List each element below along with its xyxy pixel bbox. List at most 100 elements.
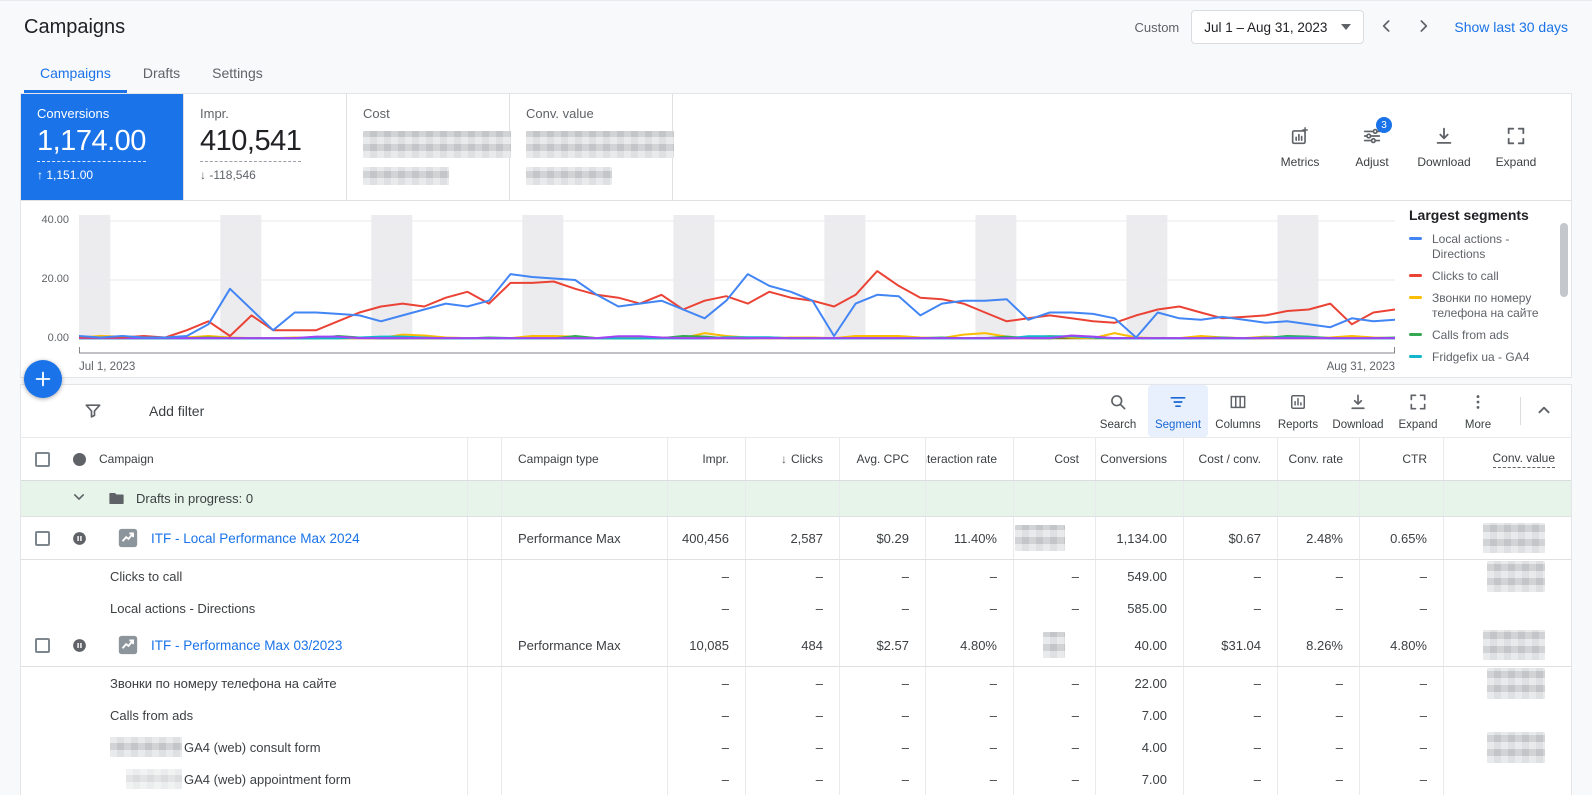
expand-button[interactable]: Expand [1487,125,1545,169]
legend-items: Local actions - Directions Clicks to call… [1409,232,1559,365]
metric-value: – [1071,568,1079,584]
redacted-value [1487,731,1545,763]
tab-settings[interactable]: Settings [196,55,279,93]
column-header-avg-cpc: Avg. CPC [839,438,925,480]
interaction-rate-cell: – [925,699,1013,731]
metric-value: 484 [801,637,823,653]
campaign-type-cell [501,560,667,592]
scorecard-conversions[interactable]: Conversions 1,174.00 ↑ 1,151.00 [21,94,184,200]
download-button[interactable]: Download [1415,125,1473,169]
more-button[interactable]: More [1448,385,1508,437]
metrics-button[interactable]: Metrics [1271,125,1329,169]
x-axis-start-label: Jul 1, 2023 [79,361,136,373]
metric-value: – [1335,771,1343,787]
select-all-checkbox[interactable] [35,451,50,467]
previous-period-button[interactable] [1374,14,1400,40]
date-range-value: Jul 1 – Aug 31, 2023 [1204,19,1328,35]
metric-value: $31.04 [1221,637,1261,653]
metric-value: – [1335,675,1343,691]
metric-value: – [815,568,823,584]
spacer-cell [467,699,501,731]
status-filter-icon[interactable] [72,452,86,466]
scorecards-row: Conversions 1,174.00 ↑ 1,151.00 Impr. 410,54… [21,94,1571,201]
collapse-group-button[interactable] [69,487,89,510]
group-label-cell: Drafts in progress: 0 [99,481,467,516]
conversions-cell: 7.00 [1095,763,1183,795]
segment-name: GA4 (web) appointment form [110,769,351,789]
spacer-cell [467,763,501,795]
column-header-campaign-type: Campaign type [501,438,667,480]
next-period-button[interactable] [1410,14,1436,40]
metric-value: – [1071,771,1079,787]
scorecard-cost[interactable]: Cost [347,94,511,200]
add-campaign-button[interactable] [24,360,62,398]
drafts-group-row[interactable]: Drafts in progress: 0 [21,481,1571,517]
y-axis-tick: 40.00 [41,214,69,226]
segment-button[interactable]: Segment [1148,385,1208,437]
tool-label: Search [1099,418,1137,431]
table-row: Local actions - Directions – – – – – 585.00 – – – [21,592,1571,624]
metric-value: – [721,771,729,787]
segment-name: Calls from ads [110,707,194,723]
expand-button[interactable]: Expand [1388,385,1448,437]
metric-value: – [901,739,909,755]
column-label: Avg. CPC [856,452,909,466]
metric-value: – [721,707,729,723]
campaign-name-link[interactable]: ITF - Performance Max 03/2023 [151,638,342,653]
series-local-actions-directions [79,273,1395,339]
conv-value-cell [1443,731,1571,763]
avg-cpc-cell: – [839,763,925,795]
table-toolbar: Add filter Search Segment Columns Reports Do… [21,385,1571,437]
sort-desc-icon: ↓ [781,452,787,466]
ctr-cell: – [1359,763,1443,795]
columns-button[interactable]: Columns [1208,385,1268,437]
weekend-band [1277,215,1319,339]
row-checkbox[interactable] [35,530,50,546]
show-last-30-days-link[interactable]: Show last 30 days [1454,19,1568,35]
campaign-type-cell [501,731,667,763]
scorecard-conv-value[interactable]: Conv. value [510,94,674,200]
plus-icon [35,371,51,387]
paused-status-icon[interactable] [71,637,88,654]
redacted-value [1487,560,1545,592]
chart-canvas [79,215,1395,354]
row-checkbox[interactable] [35,637,50,653]
collapse-table-button[interactable] [1533,399,1555,424]
search-button[interactable]: Search [1088,385,1148,437]
column-header-impr: Impr. [667,438,745,480]
ctr-cell: 0.65% [1359,517,1443,559]
download-button[interactable]: Download [1328,385,1388,437]
legend-color-dash [1409,274,1422,277]
scorecard-label: Cost [363,106,390,121]
adjust-button[interactable]: 3 Adjust [1343,117,1401,169]
column-label: Conversions [1100,452,1167,466]
reports-button[interactable]: Reports [1268,385,1328,437]
date-range-picker[interactable]: Jul 1 – Aug 31, 2023 [1191,10,1365,44]
tab-drafts[interactable]: Drafts [127,55,196,93]
interaction-rate-cell: – [925,763,1013,795]
chevron-right-icon [1420,20,1428,32]
metric-value: – [1071,739,1079,755]
tab-campaigns[interactable]: Campaigns [24,55,127,93]
campaign-name-link[interactable]: ITF - Local Performance Max 2024 [151,531,360,546]
tool-label: Segment [1154,418,1202,431]
metric-value: – [1335,600,1343,616]
group-empty-cell [1183,481,1277,516]
date-controls: Custom Jul 1 – Aug 31, 2023 Show last 30… [1134,10,1568,44]
metric-value: 40.00 [1134,637,1167,653]
table-row: GA4 (web) appointment form – – – – – 7.00 – – – [21,763,1571,795]
paused-status-icon[interactable] [71,530,88,547]
chevron-up-icon [1538,406,1550,413]
row-empty-cell [21,763,59,795]
redacted-value [1483,630,1545,660]
scorecard-impr[interactable]: Impr. 410,541 ↓ -118,546 [184,94,347,200]
column-label: Clicks [791,452,823,466]
add-filter-button[interactable]: Add filter [149,403,204,419]
cost-per-conv-cell: – [1183,560,1277,592]
group-empty-cell [1013,481,1095,516]
segment-name: GA4 (web) consult form [110,737,321,757]
table-row: Clicks to call – – – – – 549.00 – – – [21,560,1571,592]
legend-scrollbar[interactable] [1560,223,1568,297]
tool-label: Reports [1277,418,1319,431]
column-header-conv-rate: Conv. rate [1277,438,1359,480]
